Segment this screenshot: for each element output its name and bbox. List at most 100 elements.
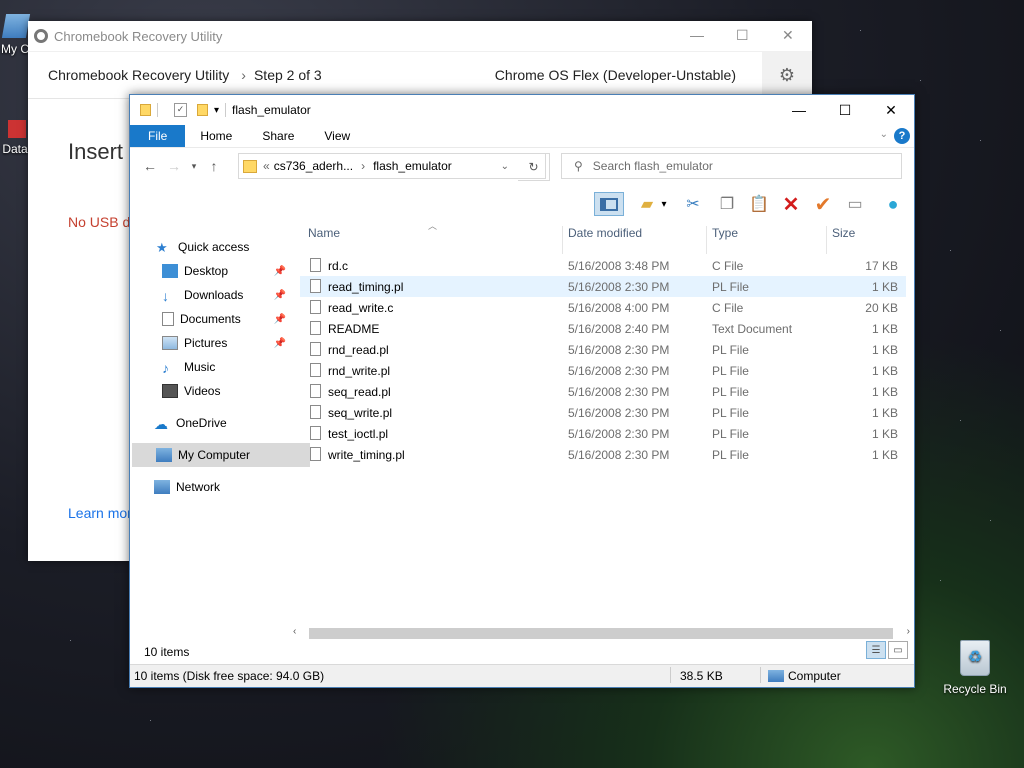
expand-ribbon-icon[interactable]: ⌄ — [880, 129, 888, 140]
explorer-titlebar[interactable]: ✓ ▾ flash_emulator — ☐ ✕ — [130, 95, 914, 125]
star-decoration — [960, 420, 961, 421]
breadcrumb-current[interactable]: flash_emulator — [373, 159, 452, 173]
pin-icon[interactable]: 📌 — [274, 266, 286, 277]
recovery-titlebar[interactable]: Chromebook Recovery Utility — ☐ ✕ — [28, 21, 812, 52]
address-dropdown-icon[interactable]: ⌄ — [501, 161, 509, 172]
column-header-size[interactable]: Size — [832, 226, 855, 240]
sidebar-item-label: Pictures — [184, 336, 228, 350]
sidebar-item-desktop[interactable]: Desktop 📌 — [130, 259, 290, 283]
large-icons-view-icon[interactable]: ▭ — [888, 641, 908, 659]
star-decoration — [920, 80, 921, 81]
new-folder-icon[interactable] — [197, 104, 208, 116]
close-button[interactable]: ✕ — [868, 95, 914, 125]
column-header-date[interactable]: Date modified — [568, 226, 642, 240]
sidebar-item-network[interactable]: Network — [130, 475, 290, 499]
help-icon[interactable]: ? — [894, 128, 910, 144]
minimize-button[interactable]: — — [776, 95, 822, 125]
file-name: rnd_write.pl — [328, 364, 391, 378]
maximize-icon[interactable]: ☐ — [736, 27, 749, 44]
table-row[interactable]: write_timing.pl 5/16/2008 2:30 PM PL File 1… — [300, 444, 906, 465]
desktop-icon-recycle-bin[interactable]: ♻ Recycle Bin — [938, 640, 1012, 696]
settings-button[interactable]: ⚙ — [762, 52, 812, 98]
column-header-type[interactable]: Type — [712, 226, 738, 240]
pin-icon[interactable]: 📌 — [274, 314, 286, 325]
back-icon[interactable]: ← — [138, 158, 162, 174]
sidebar-item-documents[interactable]: Documents 📌 — [130, 307, 290, 331]
cut-icon[interactable]: ✂ — [680, 192, 706, 216]
table-row[interactable]: rd.c 5/16/2008 3:48 PM C File 17 KB — [300, 255, 906, 276]
recovery-heading: Insert — [68, 139, 124, 164]
sidebar-item-quick-access[interactable]: ★ Quick access — [130, 235, 290, 259]
details-view-icon[interactable]: ☰ — [866, 641, 886, 659]
status-disk-space: 10 items (Disk free space: 94.0 GB) — [134, 669, 325, 683]
refresh-icon: ↻ — [528, 160, 539, 174]
refresh-button[interactable]: ↻ — [518, 153, 550, 181]
address-bar[interactable]: « cs736_aderh... › flash_emulator ⌄ — [238, 153, 546, 179]
search-box[interactable]: ⚲ Search flash_emulator — [561, 153, 902, 179]
desktop-icon-data[interactable]: Data — [0, 120, 30, 156]
tab-home[interactable]: Home — [185, 125, 247, 147]
file-icon — [310, 447, 321, 461]
column-divider[interactable] — [706, 226, 707, 254]
scrollbar-thumb[interactable] — [309, 628, 893, 639]
toolbar: ▰ ▾ ✂ ❐ 📋 ✕ ✔ ▭ ● — [130, 189, 914, 219]
maximize-button[interactable]: ☐ — [822, 95, 868, 125]
table-row[interactable]: README 5/16/2008 2:40 PM Text Document 1 KB — [300, 318, 906, 339]
scroll-right-icon[interactable]: › — [907, 626, 910, 637]
status-selection-size: 38.5 KB — [680, 669, 723, 683]
minimize-icon[interactable]: — — [690, 27, 704, 43]
explorer-window-title: flash_emulator — [232, 103, 311, 117]
column-header-name[interactable]: Name — [308, 226, 340, 240]
file-list: ︿ Name Date modified Type Size rd.c 5/16/… — [300, 219, 906, 465]
table-row[interactable]: rnd_write.pl 5/16/2008 2:30 PM PL File 1 KB — [300, 360, 906, 381]
table-row[interactable]: test_ioctl.pl 5/16/2008 2:30 PM PL File 1 K… — [300, 423, 906, 444]
paste-icon[interactable]: 📋 — [746, 192, 772, 216]
checkmark-icon[interactable]: ✔ — [810, 192, 836, 216]
sidebar-item-onedrive[interactable]: ☁ OneDrive — [130, 411, 290, 435]
tab-file[interactable]: File — [130, 125, 186, 147]
table-row[interactable]: seq_write.pl 5/16/2008 2:30 PM PL File 1 KB — [300, 402, 906, 423]
sort-up-icon: ︿ — [428, 221, 438, 231]
new-folder-dropdown-icon[interactable]: ▾ — [658, 192, 670, 216]
sidebar-item-music[interactable]: ♪ Music — [130, 355, 290, 379]
pictures-icon — [162, 336, 178, 350]
recovery-app-name: Chromebook Recovery Utility — [48, 67, 230, 83]
column-divider[interactable] — [826, 226, 827, 254]
up-icon[interactable]: ↑ — [202, 158, 226, 174]
breadcrumb-overflow-icon[interactable]: « — [263, 159, 270, 173]
sidebar-item-my-computer[interactable]: My Computer — [132, 443, 310, 467]
forward-icon[interactable]: → — [162, 158, 186, 174]
pin-icon[interactable]: 📌 — [274, 290, 286, 301]
search-input[interactable]: Search flash_emulator — [593, 159, 713, 173]
breadcrumb-parent[interactable]: cs736_aderh... — [274, 159, 353, 173]
sidebar-item-videos[interactable]: Videos — [130, 379, 290, 403]
delete-icon[interactable]: ✕ — [778, 192, 804, 216]
sidebar-item-pictures[interactable]: Pictures 📌 — [130, 331, 290, 355]
table-row[interactable]: read_timing.pl 5/16/2008 2:30 PM PL File 1 … — [300, 276, 906, 297]
quick-access-dropdown-icon[interactable]: ▾ — [214, 105, 219, 116]
globe-icon[interactable]: ● — [880, 192, 906, 216]
sidebar-item-downloads[interactable]: ↓ Downloads 📌 — [130, 283, 290, 307]
table-row[interactable]: seq_read.pl 5/16/2008 2:30 PM PL File 1 KB — [300, 381, 906, 402]
table-row[interactable]: rnd_read.pl 5/16/2008 2:30 PM PL File 1 KB — [300, 339, 906, 360]
tab-share[interactable]: Share — [247, 125, 309, 147]
copy-icon[interactable]: ❐ — [714, 192, 740, 216]
properties-icon[interactable]: ✓ — [174, 103, 187, 117]
desktop-icon-my-computer[interactable]: My C — [0, 14, 31, 56]
file-size: 1 KB — [871, 448, 898, 462]
preview-pane-button[interactable] — [594, 192, 624, 216]
status-bar: 10 items (Disk free space: 94.0 GB) 38.5… — [130, 664, 914, 687]
properties-icon[interactable]: ▭ — [842, 192, 868, 216]
scroll-left-icon[interactable]: ‹ — [293, 626, 296, 637]
tab-view[interactable]: View — [309, 125, 365, 147]
recent-locations-icon[interactable]: ▾ — [186, 161, 202, 172]
new-folder-button[interactable]: ▰ — [634, 192, 660, 216]
computer-icon — [1, 14, 31, 38]
table-row[interactable]: read_write.c 5/16/2008 4:00 PM C File 20 KB — [300, 297, 906, 318]
pin-icon[interactable]: 📌 — [274, 338, 286, 349]
close-icon[interactable]: ✕ — [782, 27, 794, 44]
horizontal-scrollbar[interactable]: ‹ › — [291, 625, 914, 642]
column-divider[interactable] — [562, 226, 563, 254]
star-decoration — [980, 140, 981, 141]
